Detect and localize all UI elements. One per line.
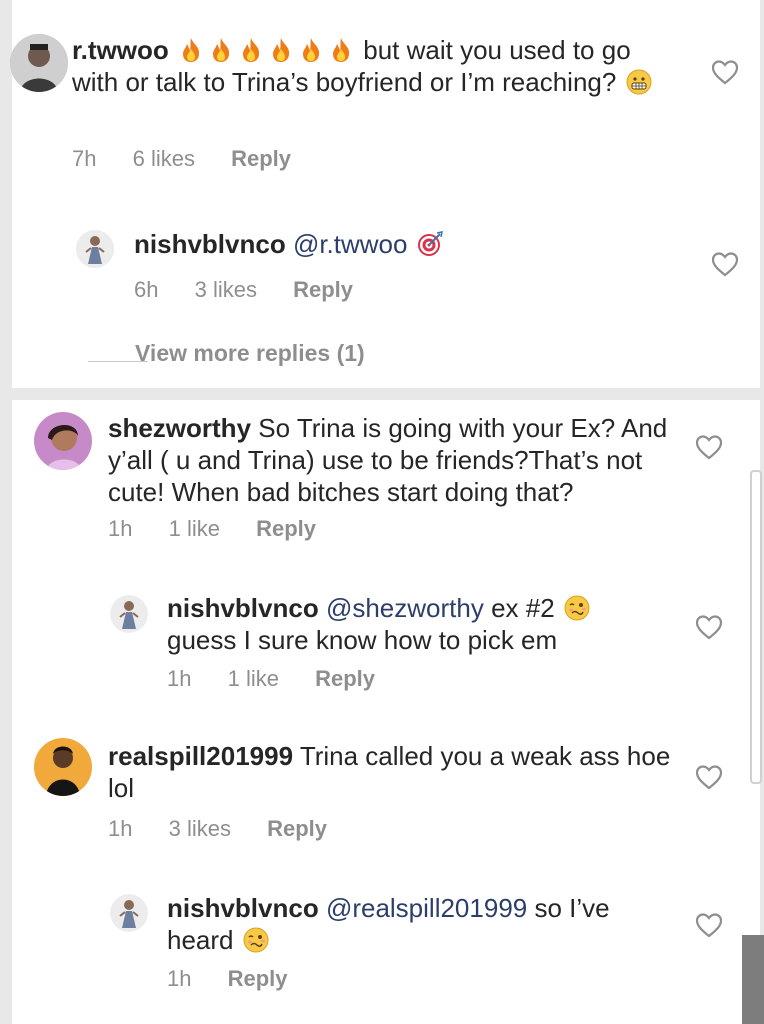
comment-time: 1h <box>108 516 133 541</box>
comment-likes[interactable]: 6 likes <box>133 146 195 171</box>
comment-time: 1h <box>167 966 192 991</box>
comment-text: shezworthy So Trina is going with your E… <box>108 412 678 508</box>
comment-meta: 1h 1 like Reply <box>108 516 346 542</box>
username[interactable]: r.twwoo <box>72 35 169 65</box>
edge-overlay <box>742 935 764 1024</box>
avatar[interactable] <box>10 34 68 92</box>
comment-likes[interactable]: 1 like <box>228 666 279 691</box>
comment-meta: 7h 6 likes Reply <box>72 146 321 172</box>
mention-link[interactable]: @shezworthy <box>326 593 484 623</box>
fire-icon <box>178 37 204 63</box>
reply-text: nishvblvnco @realspill201999 so I’ve hea… <box>167 892 677 956</box>
heart-icon[interactable] <box>695 614 723 640</box>
avatar[interactable] <box>34 412 92 470</box>
reply-text: nishvblvnco @shezworthy ex #2 guess I su… <box>167 592 677 656</box>
comment-card-2: shezworthy So Trina is going with your E… <box>12 400 760 1024</box>
username[interactable]: realspill201999 <box>108 741 293 771</box>
comment-body: so I’ve <box>534 893 610 923</box>
woozy-face-icon <box>564 595 590 621</box>
reply-text: nishvblvnco @r.twwoo <box>134 228 694 260</box>
avatar[interactable] <box>110 894 148 932</box>
reply-button[interactable]: Reply <box>231 146 291 171</box>
heart-icon[interactable] <box>695 434 723 460</box>
reply-button[interactable]: Reply <box>293 277 353 302</box>
comment-body: ex #2 <box>491 593 555 623</box>
avatar[interactable] <box>34 738 92 796</box>
reply-button[interactable]: Reply <box>256 516 316 541</box>
reply-meta: 6h 3 likes Reply <box>134 277 383 303</box>
fire-icon <box>238 37 264 63</box>
heart-icon[interactable] <box>695 912 723 938</box>
grimacing-face-icon <box>626 69 652 95</box>
reply-button[interactable]: Reply <box>267 816 327 841</box>
reply-meta: 1h 1 like Reply <box>167 666 405 692</box>
fire-icon <box>268 37 294 63</box>
reply-button[interactable]: Reply <box>315 666 375 691</box>
mention-link[interactable]: @realspill201999 <box>326 893 527 923</box>
fire-icon <box>298 37 324 63</box>
heart-icon[interactable] <box>711 251 739 277</box>
reply-button[interactable]: Reply <box>228 966 288 991</box>
reply-meta: 1h Reply <box>167 966 318 992</box>
comment-time: 1h <box>167 666 192 691</box>
heart-icon[interactable] <box>695 764 723 790</box>
fire-icon <box>208 37 234 63</box>
woozy-face-icon <box>243 927 269 953</box>
avatar[interactable] <box>110 595 148 633</box>
comment-card-1: r.twwoo but wait you used to go with or … <box>10 0 760 388</box>
comment-time: 1h <box>108 816 133 841</box>
comment-text: realspill201999 Trina called you a weak … <box>108 740 678 804</box>
username[interactable]: nishvblvnco <box>167 593 319 623</box>
comment-meta: 1h 3 likes Reply <box>108 816 357 842</box>
avatar[interactable] <box>76 230 114 268</box>
fire-icon <box>328 37 354 63</box>
comment-time: 6h <box>134 277 159 302</box>
username[interactable]: nishvblvnco <box>167 893 319 923</box>
username[interactable]: shezworthy <box>108 413 251 443</box>
comment-text: r.twwoo but wait you used to go with or … <box>72 34 672 98</box>
mention-link[interactable]: @r.twwoo <box>293 229 408 259</box>
comment-body-line-2: guess I sure know how to pick em <box>167 625 558 655</box>
heart-icon[interactable] <box>711 59 739 85</box>
comment-time: 7h <box>72 146 97 171</box>
username[interactable]: nishvblvnco <box>134 229 286 259</box>
comment-body-line-2: heard <box>167 925 234 955</box>
scrollbar[interactable] <box>750 470 762 784</box>
dart-target-icon <box>417 231 443 257</box>
view-more-replies-button[interactable]: View more replies (1) <box>135 340 365 367</box>
comment-likes[interactable]: 3 likes <box>169 816 231 841</box>
comment-likes[interactable]: 1 like <box>169 516 220 541</box>
comment-likes[interactable]: 3 likes <box>195 277 257 302</box>
